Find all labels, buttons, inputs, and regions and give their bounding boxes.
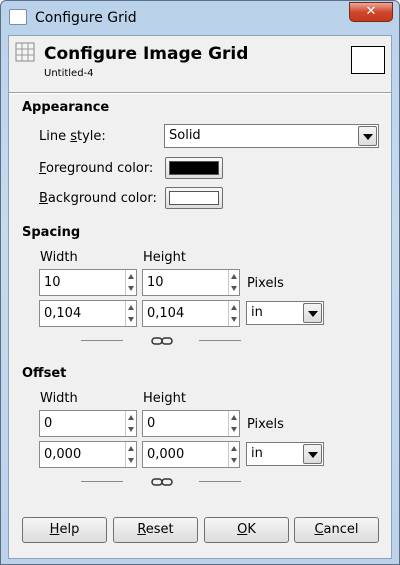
help-rest: elp (59, 522, 80, 537)
image-name: Untitled-4 (44, 68, 94, 79)
offset-chain-link[interactable] (81, 476, 243, 488)
spacing-pixels-label: Pixels (247, 276, 284, 291)
offset-height-unit-value: 0,000 (147, 447, 185, 462)
window-title: Configure Grid (35, 10, 137, 26)
reset-button[interactable]: Reset (113, 517, 198, 543)
image-preview (351, 46, 385, 74)
offset-pixels-label: Pixels (247, 417, 284, 432)
close-button[interactable]: ✕ (349, 2, 393, 22)
appearance-title: Appearance (22, 100, 110, 115)
offset-height-label: Height (143, 391, 186, 406)
chevron-down-icon[interactable] (303, 444, 322, 464)
help-button[interactable]: Help (22, 517, 107, 543)
spin-arrows-icon[interactable] (228, 411, 239, 436)
offset-unit-select[interactable]: in (246, 442, 324, 466)
spin-arrows-icon[interactable] (228, 270, 239, 295)
background-label-mnemonic: B (39, 191, 48, 206)
dialog-header: Configure Image Grid Untitled-4 (9, 36, 391, 92)
spacing-width-unit-value: 0,104 (44, 306, 82, 321)
spacing-width-px-value: 10 (44, 275, 61, 290)
offset-width-px-value: 0 (44, 416, 53, 431)
spin-arrows-icon[interactable] (125, 442, 136, 467)
spacing-height-unit-input[interactable]: 0,104 (142, 300, 240, 327)
offset-unit-value: in (251, 446, 263, 461)
spin-arrows-icon[interactable] (228, 301, 239, 326)
foreground-color-button[interactable] (165, 157, 223, 179)
spacing-chain-link[interactable] (81, 335, 243, 347)
spacing-title: Spacing (22, 225, 81, 240)
background-label-rest: ackground color: (47, 191, 157, 206)
chevron-down-icon[interactable] (303, 303, 322, 323)
offset-width-label: Width (40, 391, 78, 406)
spin-arrows-icon[interactable] (125, 411, 136, 436)
help-mnemonic: H (49, 522, 60, 537)
dialog-title: Configure Image Grid (44, 44, 249, 64)
spacing-height-unit-value: 0,104 (147, 306, 185, 321)
ok-button[interactable]: OK (204, 517, 289, 543)
offset-width-px-input[interactable]: 0 (39, 410, 137, 437)
background-color-button[interactable] (165, 187, 223, 209)
chevron-down-icon[interactable] (358, 126, 377, 146)
chain-link-icon[interactable] (151, 476, 173, 488)
offset-height-unit-input[interactable]: 0,000 (142, 441, 240, 468)
dialog-body: Configure Image Grid Untitled-4 Appearan… (8, 35, 392, 559)
line-style-value: Solid (169, 128, 201, 143)
foreground-color-swatch (169, 161, 219, 175)
line-style-label-post: tyle: (77, 129, 106, 144)
spacing-unit-select[interactable]: in (246, 301, 324, 325)
line-style-label-pre: Line (39, 129, 71, 144)
header-separator (9, 92, 391, 94)
cancel-rest: ancel (323, 522, 359, 537)
background-color-swatch (169, 191, 219, 205)
window-icon (9, 9, 27, 25)
grid-icon (15, 42, 35, 62)
offset-title: Offset (22, 366, 67, 381)
cancel-button[interactable]: Cancel (294, 517, 379, 543)
offset-height-px-value: 0 (147, 416, 156, 431)
dialog-window: Configure Grid ✕ Configure Image Grid Un… (0, 0, 400, 565)
spin-arrows-icon[interactable] (125, 270, 136, 295)
spacing-height-label: Height (143, 250, 186, 265)
chain-link-icon[interactable] (151, 335, 173, 347)
offset-width-unit-input[interactable]: 0,000 (39, 441, 137, 468)
reset-rest: eset (145, 522, 174, 537)
spacing-unit-value: in (251, 305, 263, 320)
ok-rest: K (247, 522, 256, 537)
line-style-label: Line style: (39, 129, 106, 144)
line-style-select[interactable]: Solid (164, 124, 379, 148)
offset-height-px-input[interactable]: 0 (142, 410, 240, 437)
foreground-label-mnemonic: F (39, 161, 47, 176)
spacing-height-px-input[interactable]: 10 (142, 269, 240, 296)
spacing-height-px-value: 10 (147, 275, 164, 290)
spacing-width-px-input[interactable]: 10 (39, 269, 137, 296)
foreground-color-label: Foreground color: (39, 161, 153, 176)
spin-arrows-icon[interactable] (228, 442, 239, 467)
spacing-width-label: Width (40, 250, 78, 265)
background-color-label: Background color: (39, 191, 157, 206)
ok-mnemonic: O (237, 522, 248, 537)
spin-arrows-icon[interactable] (125, 301, 136, 326)
foreground-label-rest: oreground color: (46, 161, 154, 176)
spacing-width-unit-input[interactable]: 0,104 (39, 300, 137, 327)
offset-width-unit-value: 0,000 (44, 447, 82, 462)
reset-mnemonic: R (137, 522, 146, 537)
title-bar[interactable]: Configure Grid ✕ (1, 1, 399, 35)
cancel-mnemonic: C (314, 522, 324, 537)
line-style-label-mnemonic: s (70, 129, 78, 144)
